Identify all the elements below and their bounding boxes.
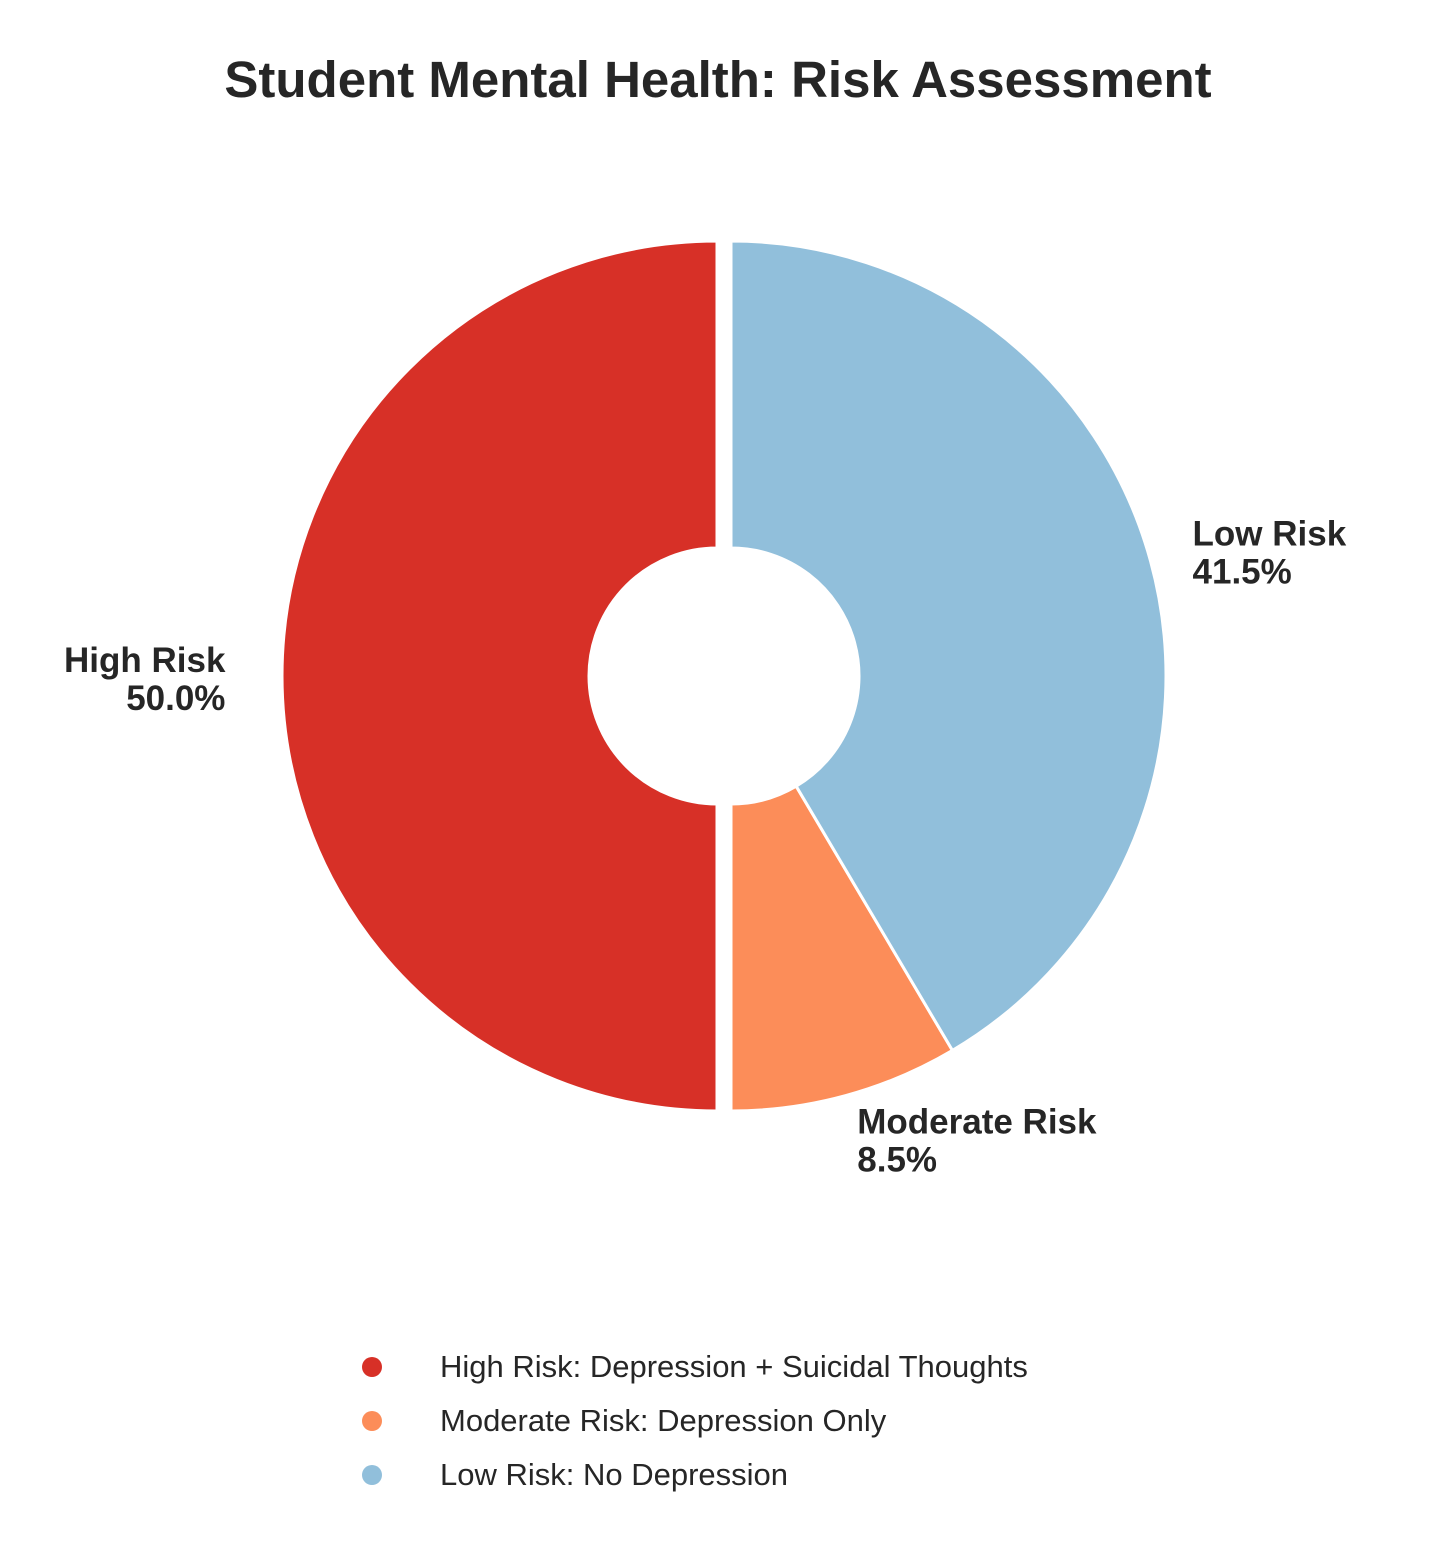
legend-item-low-risk: Low Risk: No Depression [362, 1448, 1028, 1502]
legend-marker-low-risk [362, 1465, 382, 1485]
legend-label-high-risk: High Risk: Depression + Suicidal Thought… [440, 1349, 1028, 1384]
slice-label-name-low-risk: Low Risk [1193, 515, 1347, 554]
slice-label-name-high-risk: High Risk [64, 641, 226, 680]
legend-item-high-risk: High Risk: Depression + Suicidal Thought… [362, 1340, 1028, 1394]
legend-label-low-risk: Low Risk: No Depression [440, 1457, 789, 1492]
legend-label-moderate-risk: Moderate Risk: Depression Only [440, 1403, 887, 1438]
legend-marker-high-risk [362, 1357, 382, 1377]
slice-label-value-low-risk: 41.5% [1193, 553, 1292, 592]
slice-label-high-risk: High Risk 50.0% [64, 641, 226, 718]
slice-high-risk [280, 239, 719, 1113]
legend-marker-moderate-risk [362, 1411, 382, 1431]
slice-label-low-risk: Low Risk 41.5% [1193, 515, 1347, 592]
donut-chart: High Risk 50.0% Moderate Risk 8.5% Low Risk 4… [64, 239, 1347, 1180]
chart-legend: High Risk: Depression + Suicidal Thought… [362, 1340, 1028, 1502]
slice-label-moderate-risk: Moderate Risk 8.5% [857, 1103, 1097, 1180]
donut-slices [280, 239, 1168, 1113]
slice-label-name-moderate-risk: Moderate Risk [857, 1103, 1097, 1142]
slice-label-value-high-risk: 50.0% [126, 679, 225, 718]
legend-item-moderate-risk: Moderate Risk: Depression Only [362, 1394, 1028, 1448]
slice-label-value-moderate-risk: 8.5% [857, 1141, 937, 1180]
